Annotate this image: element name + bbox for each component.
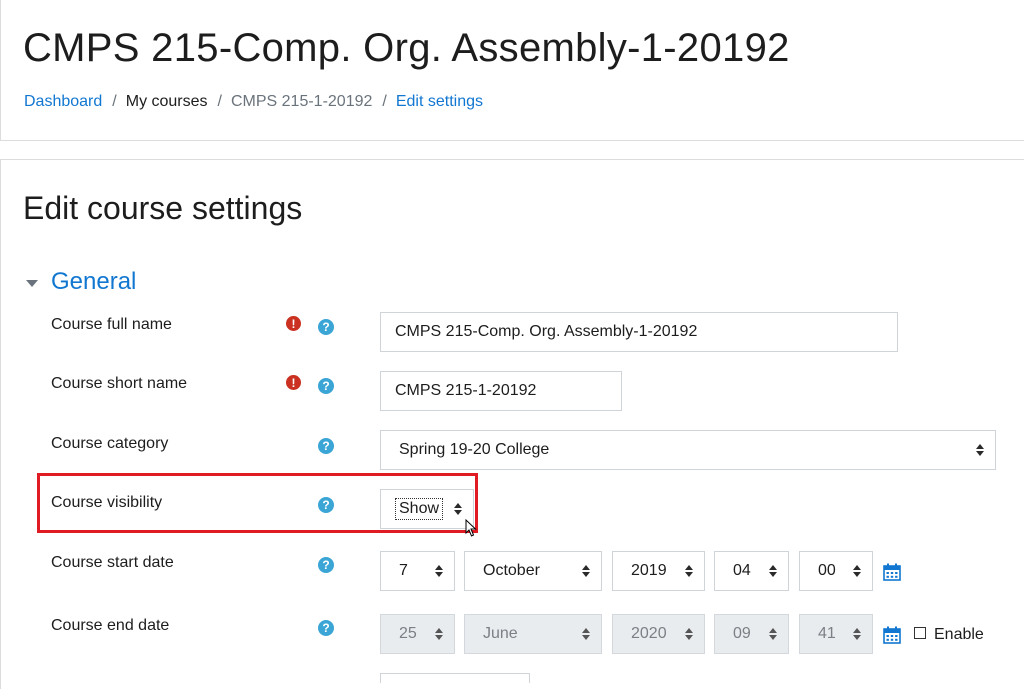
end-month-value: June xyxy=(483,625,518,642)
short-name-label: Course short name xyxy=(51,375,188,392)
breadcrumb-separator: / xyxy=(217,93,222,110)
visibility-select[interactable]: Show xyxy=(380,489,474,529)
select-arrows-icon xyxy=(769,628,777,640)
start-hour-select[interactable]: 04 xyxy=(714,551,789,591)
start-day-value: 7 xyxy=(399,562,408,579)
visibility-label: Course visibility xyxy=(51,494,163,511)
mouse-pointer-icon xyxy=(465,519,477,537)
start-minute-select[interactable]: 00 xyxy=(799,551,873,591)
end-hour-select[interactable]: 09 xyxy=(714,614,789,654)
caret-down-icon xyxy=(26,279,38,287)
end-day-select[interactable]: 25 xyxy=(380,614,455,654)
start-month-value: October xyxy=(483,562,540,579)
breadcrumb-separator: / xyxy=(382,93,387,110)
calendar-icon[interactable] xyxy=(883,626,901,644)
full-name-input[interactable]: CMPS 215-Comp. Org. Assembly-1-20192 xyxy=(380,312,898,352)
category-select[interactable]: Spring 19-20 College xyxy=(380,430,996,470)
end-year-value: 2020 xyxy=(631,625,667,642)
select-arrows-icon xyxy=(685,628,693,640)
section-title: General xyxy=(51,268,137,295)
select-arrows-icon xyxy=(454,503,462,515)
help-icon[interactable]: ? xyxy=(318,378,334,394)
help-icon[interactable]: ? xyxy=(318,620,334,636)
start-year-value: 2019 xyxy=(631,562,667,579)
breadcrumb-course[interactable]: CMPS 215-1-20192 xyxy=(231,93,372,111)
page-title: Edit course settings xyxy=(23,190,303,226)
end-year-select[interactable]: 2020 xyxy=(612,614,705,654)
section-toggle-general[interactable]: General xyxy=(26,268,136,296)
breadcrumb-separator: / xyxy=(112,93,117,110)
help-icon[interactable]: ? xyxy=(318,557,334,573)
select-arrows-icon xyxy=(582,565,590,577)
select-arrows-icon xyxy=(435,565,443,577)
breadcrumb-my-courses[interactable]: My courses xyxy=(126,93,208,111)
required-icon: ! xyxy=(286,316,301,331)
required-icon: ! xyxy=(286,375,301,390)
category-value: Spring 19-20 College xyxy=(399,441,550,458)
start-date-label: Course start date xyxy=(51,554,174,571)
select-arrows-icon xyxy=(582,628,590,640)
course-title: CMPS 215-Comp. Org. Assembly-1-20192 xyxy=(23,26,790,70)
end-minute-value: 41 xyxy=(818,625,836,642)
select-arrows-icon xyxy=(685,565,693,577)
breadcrumb-edit-settings[interactable]: Edit settings xyxy=(396,93,483,111)
category-label: Course category xyxy=(51,435,169,452)
select-arrows-icon xyxy=(976,444,984,456)
enable-label[interactable]: Enable xyxy=(934,626,984,644)
main-content xyxy=(0,159,1024,689)
end-day-value: 25 xyxy=(399,625,417,642)
select-arrows-icon xyxy=(853,565,861,577)
help-icon[interactable]: ? xyxy=(318,319,334,335)
help-icon[interactable]: ? xyxy=(318,497,334,513)
select-arrows-icon xyxy=(853,628,861,640)
start-minute-value: 00 xyxy=(818,562,836,579)
select-arrows-icon xyxy=(435,628,443,640)
start-hour-value: 04 xyxy=(733,562,751,579)
end-month-select[interactable]: June xyxy=(464,614,602,654)
breadcrumb-dashboard[interactable]: Dashboard xyxy=(24,93,102,111)
end-date-enable-checkbox[interactable] xyxy=(914,627,926,639)
help-icon[interactable]: ? xyxy=(318,438,334,454)
next-field-input[interactable] xyxy=(380,673,530,683)
select-arrows-icon xyxy=(769,565,777,577)
calendar-icon[interactable] xyxy=(883,563,901,581)
full-name-label: Course full name xyxy=(51,316,172,333)
start-year-select[interactable]: 2019 xyxy=(612,551,705,591)
end-minute-select[interactable]: 41 xyxy=(799,614,873,654)
start-month-select[interactable]: October xyxy=(464,551,602,591)
start-day-select[interactable]: 7 xyxy=(380,551,455,591)
short-name-input[interactable]: CMPS 215-1-20192 xyxy=(380,371,622,411)
end-date-label: Course end date xyxy=(51,617,170,634)
breadcrumb: Dashboard / My courses / CMPS 215-1-20192 / Ed… xyxy=(24,93,483,111)
visibility-value: Show xyxy=(395,498,444,520)
end-hour-value: 09 xyxy=(733,625,751,642)
